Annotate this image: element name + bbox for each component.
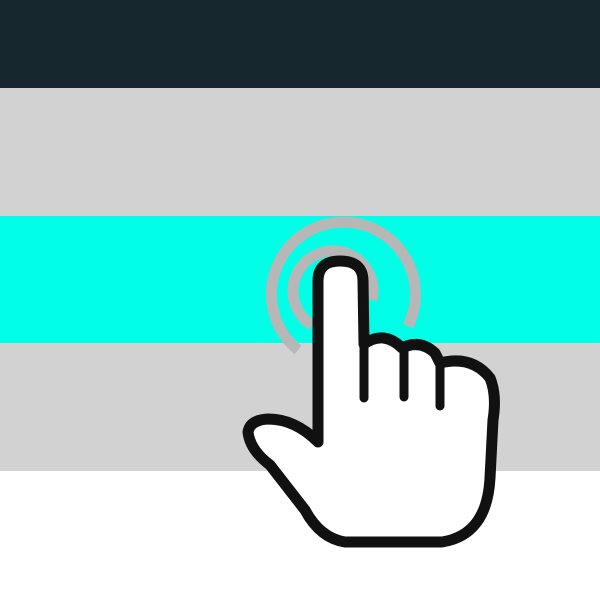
empty-area — [0, 471, 600, 600]
list-row[interactable] — [0, 343, 600, 471]
header-bar — [0, 0, 600, 88]
list-row[interactable] — [0, 88, 600, 216]
tap-illustration — [0, 0, 600, 600]
list-row-highlighted[interactable] — [0, 216, 600, 343]
